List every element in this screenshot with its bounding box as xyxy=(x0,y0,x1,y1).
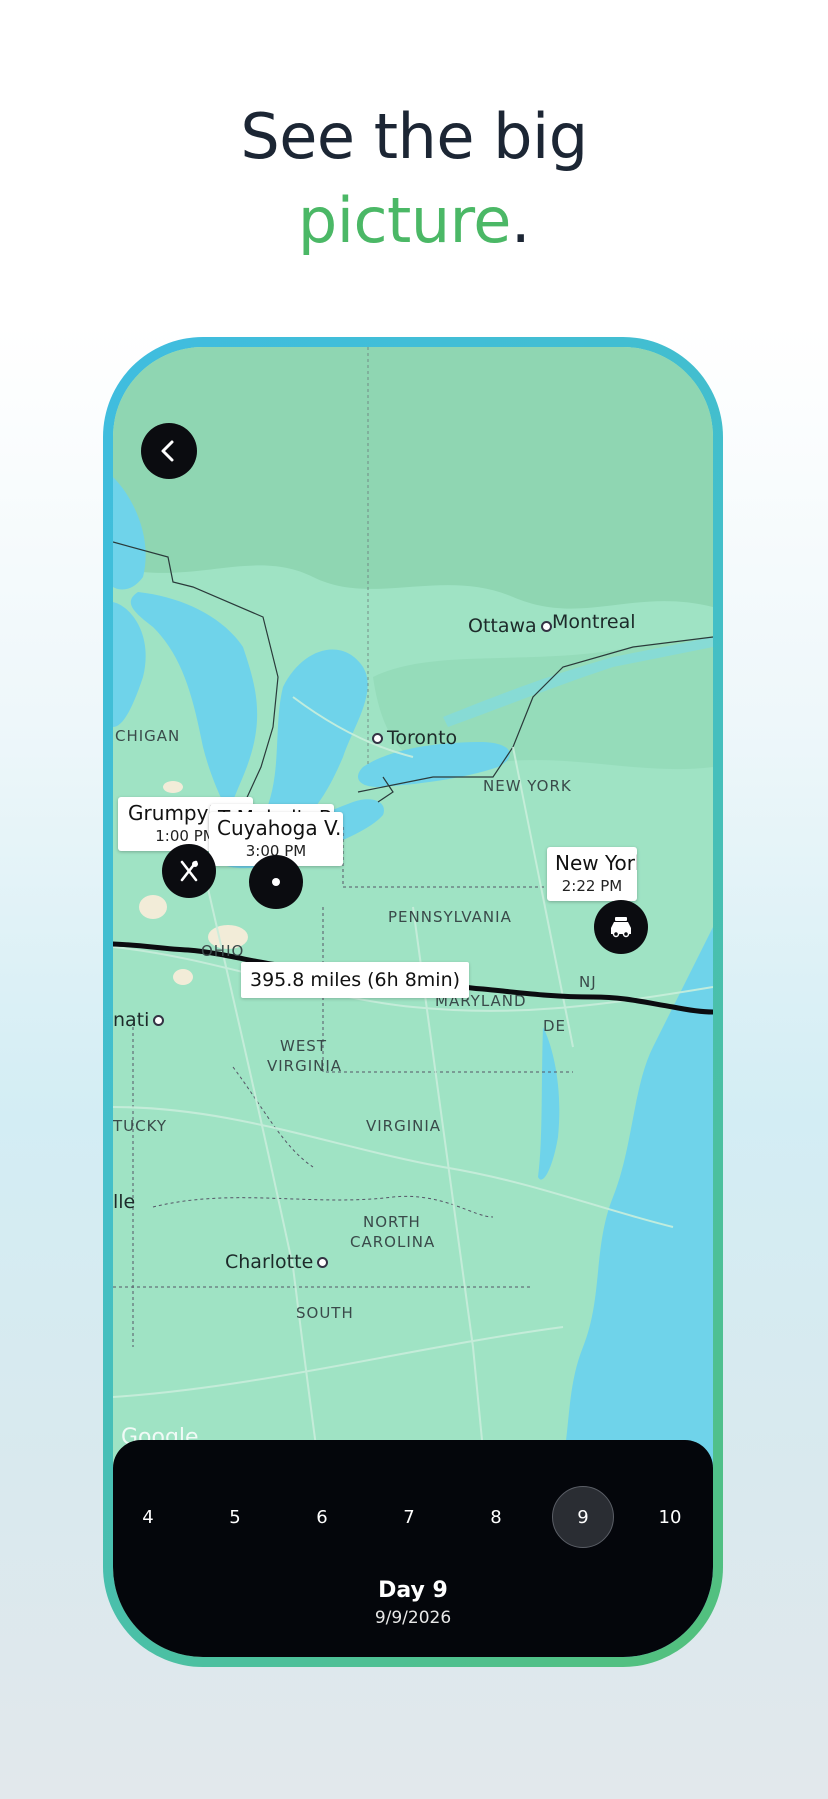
attraction-pin[interactable] xyxy=(249,855,303,909)
day-title: Day 9 xyxy=(378,1578,448,1603)
day-chip-7[interactable]: 7 xyxy=(378,1486,440,1548)
utensils-icon xyxy=(180,860,198,882)
map-label-pennsylvania: PENNSYLVANIA xyxy=(388,908,512,926)
headline-line-2: picture. xyxy=(0,179,828,263)
route-distance-label: 395.8 miles (6h 8min) xyxy=(241,962,470,998)
headline: See the big picture. xyxy=(0,95,828,263)
stop-name: Cuyahoga V... xyxy=(217,816,343,840)
day-chip-4[interactable]: 4 xyxy=(117,1486,179,1548)
stop-card-new-york[interactable]: New York... 2:22 PM xyxy=(547,847,637,901)
map-label-ottawa: Ottawa xyxy=(468,615,556,637)
stop-time: 2:22 PM xyxy=(561,877,623,895)
location-icon xyxy=(272,878,280,886)
map-label-virginia-wv: VIRGINIA xyxy=(267,1057,343,1075)
day-date: 9/9/2026 xyxy=(374,1608,452,1628)
map-label-kentucky: TUCKY xyxy=(113,1117,168,1135)
chevron-left-icon xyxy=(161,440,174,462)
car-icon xyxy=(611,917,631,938)
map-label-charlotte: Charlotte xyxy=(225,1251,332,1273)
destination-pin[interactable] xyxy=(594,900,648,954)
map-label-south: SOUTH xyxy=(296,1304,354,1322)
restaurant-pin[interactable] xyxy=(162,844,216,898)
map-label-de: DE xyxy=(543,1017,567,1035)
map-label-carolina: CAROLINA xyxy=(350,1233,436,1251)
map-label-ohio: OHIO xyxy=(201,942,245,960)
stop-name: New York... xyxy=(555,851,637,875)
headline-accent: picture xyxy=(297,184,512,257)
day-selector: 4 5 6 7 8 9 10 xyxy=(113,1486,713,1548)
day-chip-10[interactable]: 10 xyxy=(639,1486,701,1548)
headline-line-1: See the big xyxy=(240,100,588,173)
phone-screen: Ottawa Montreal Toronto CHIGAN NEW YORK … xyxy=(113,347,713,1657)
day-chip-9-selected[interactable]: 9 xyxy=(552,1486,614,1548)
map-label-toronto: Toronto xyxy=(368,727,457,749)
map-label-west: WEST xyxy=(280,1037,327,1055)
day-chip-5[interactable]: 5 xyxy=(204,1486,266,1548)
map-label-virginia: VIRGINIA xyxy=(366,1117,442,1135)
phone-frame: Ottawa Montreal Toronto CHIGAN NEW YORK … xyxy=(103,337,723,1667)
map-label-cincinnati: nati xyxy=(113,1009,168,1031)
headline-suffix: . xyxy=(510,184,531,257)
map-label-new-york-state: NEW YORK xyxy=(483,777,572,795)
day-chip-8[interactable]: 8 xyxy=(465,1486,527,1548)
map-label-montreal: Montreal xyxy=(552,611,636,633)
day-chip-6[interactable]: 6 xyxy=(291,1486,353,1548)
map-label-nj: NJ xyxy=(579,973,597,991)
back-button[interactable] xyxy=(141,423,197,479)
day-selector-panel: 4 5 6 7 8 9 10 Day 9 9/9/2026 xyxy=(113,1440,713,1657)
map-label-michigan: CHIGAN xyxy=(115,727,181,745)
map-label-north: NORTH xyxy=(363,1213,421,1231)
map-label-nashville: lle xyxy=(113,1191,136,1213)
